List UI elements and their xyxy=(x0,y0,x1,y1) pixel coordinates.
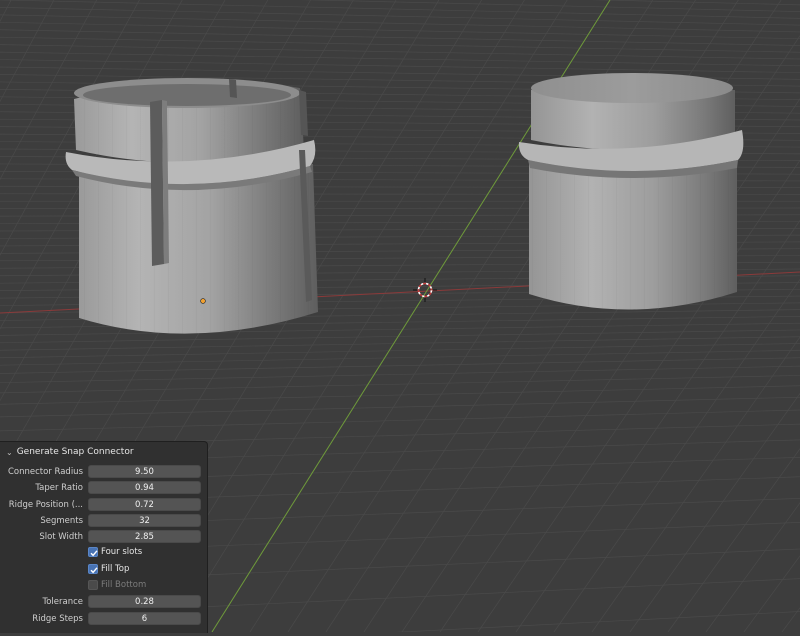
panel-header[interactable]: ⌄ Generate Snap Connector xyxy=(0,443,207,461)
grid-line xyxy=(0,358,800,374)
param-label: Slot Width xyxy=(39,530,83,544)
grid-line xyxy=(0,386,800,404)
operator-redo-panel[interactable]: ⌄ Generate Snap Connector Connector Radi… xyxy=(0,441,208,633)
grid-line xyxy=(0,60,800,73)
param-label: Segments xyxy=(40,514,83,528)
3d-cursor-icon[interactable] xyxy=(413,278,437,302)
snap-connector-slotted-mesh[interactable] xyxy=(66,78,318,334)
grid-line xyxy=(0,52,800,66)
grid-line xyxy=(0,7,800,25)
param-row: Tolerance 0.28 xyxy=(0,595,207,611)
tolerance-field[interactable]: 0.28 xyxy=(88,595,201,608)
object-origin-icon xyxy=(201,299,206,304)
grid-line xyxy=(0,30,800,46)
fill-bottom-checkbox[interactable] xyxy=(88,580,98,590)
param-label: Ridge Position (... xyxy=(9,498,83,512)
grid-line xyxy=(0,375,800,392)
checkmark-icon xyxy=(89,565,99,575)
param-label: Taper Ratio xyxy=(35,481,83,495)
param-row: Ridge Steps 6 xyxy=(0,612,207,628)
param-label: Tolerance xyxy=(42,595,83,609)
grid-line xyxy=(0,15,800,32)
grid-line xyxy=(0,366,800,383)
param-row: Slot Width 2.85 xyxy=(0,530,207,546)
four-slots-checkbox[interactable] xyxy=(88,547,98,557)
param-row: Ridge Position (... 0.72 xyxy=(0,498,207,514)
grid-line xyxy=(0,0,800,18)
ridge-steps-field[interactable]: 6 xyxy=(88,612,201,625)
fill-top-label[interactable]: Fill Top xyxy=(101,563,129,576)
grid-line xyxy=(782,0,800,632)
grid-line xyxy=(0,45,800,59)
checkbox-row: Four slots xyxy=(0,546,207,562)
grid-line xyxy=(0,397,800,417)
grid-line xyxy=(744,0,800,632)
param-row: Connector Radius 9.50 xyxy=(0,465,207,481)
grid-line xyxy=(0,350,800,365)
fill-bottom-label[interactable]: Fill Bottom xyxy=(101,579,146,592)
panel-title: Generate Snap Connector xyxy=(17,447,134,457)
checkmark-icon xyxy=(89,548,99,558)
fill-top-checkbox[interactable] xyxy=(88,564,98,574)
taper-ratio-field[interactable]: 0.94 xyxy=(88,481,201,494)
four-slots-label[interactable]: Four slots xyxy=(101,546,142,559)
grid-line xyxy=(0,343,800,357)
param-row: Taper Ratio 0.94 xyxy=(0,481,207,497)
checkbox-row: Fill Top xyxy=(0,563,207,579)
ridge-position-field[interactable]: 0.72 xyxy=(88,498,201,511)
slot-width-field[interactable]: 2.85 xyxy=(88,530,201,543)
grid-line xyxy=(0,37,800,52)
segments-field[interactable]: 32 xyxy=(88,514,201,527)
param-label: Connector Radius xyxy=(8,465,83,479)
grid-line xyxy=(0,337,800,351)
param-row: Segments 32 xyxy=(0,514,207,530)
param-label: Ridge Steps xyxy=(32,612,83,626)
chevron-down-icon[interactable]: ⌄ xyxy=(6,448,13,457)
checkbox-row: Fill Bottom xyxy=(0,579,207,595)
connector-radius-field[interactable]: 9.50 xyxy=(88,465,201,478)
snap-connector-closed-mesh[interactable] xyxy=(519,73,743,310)
